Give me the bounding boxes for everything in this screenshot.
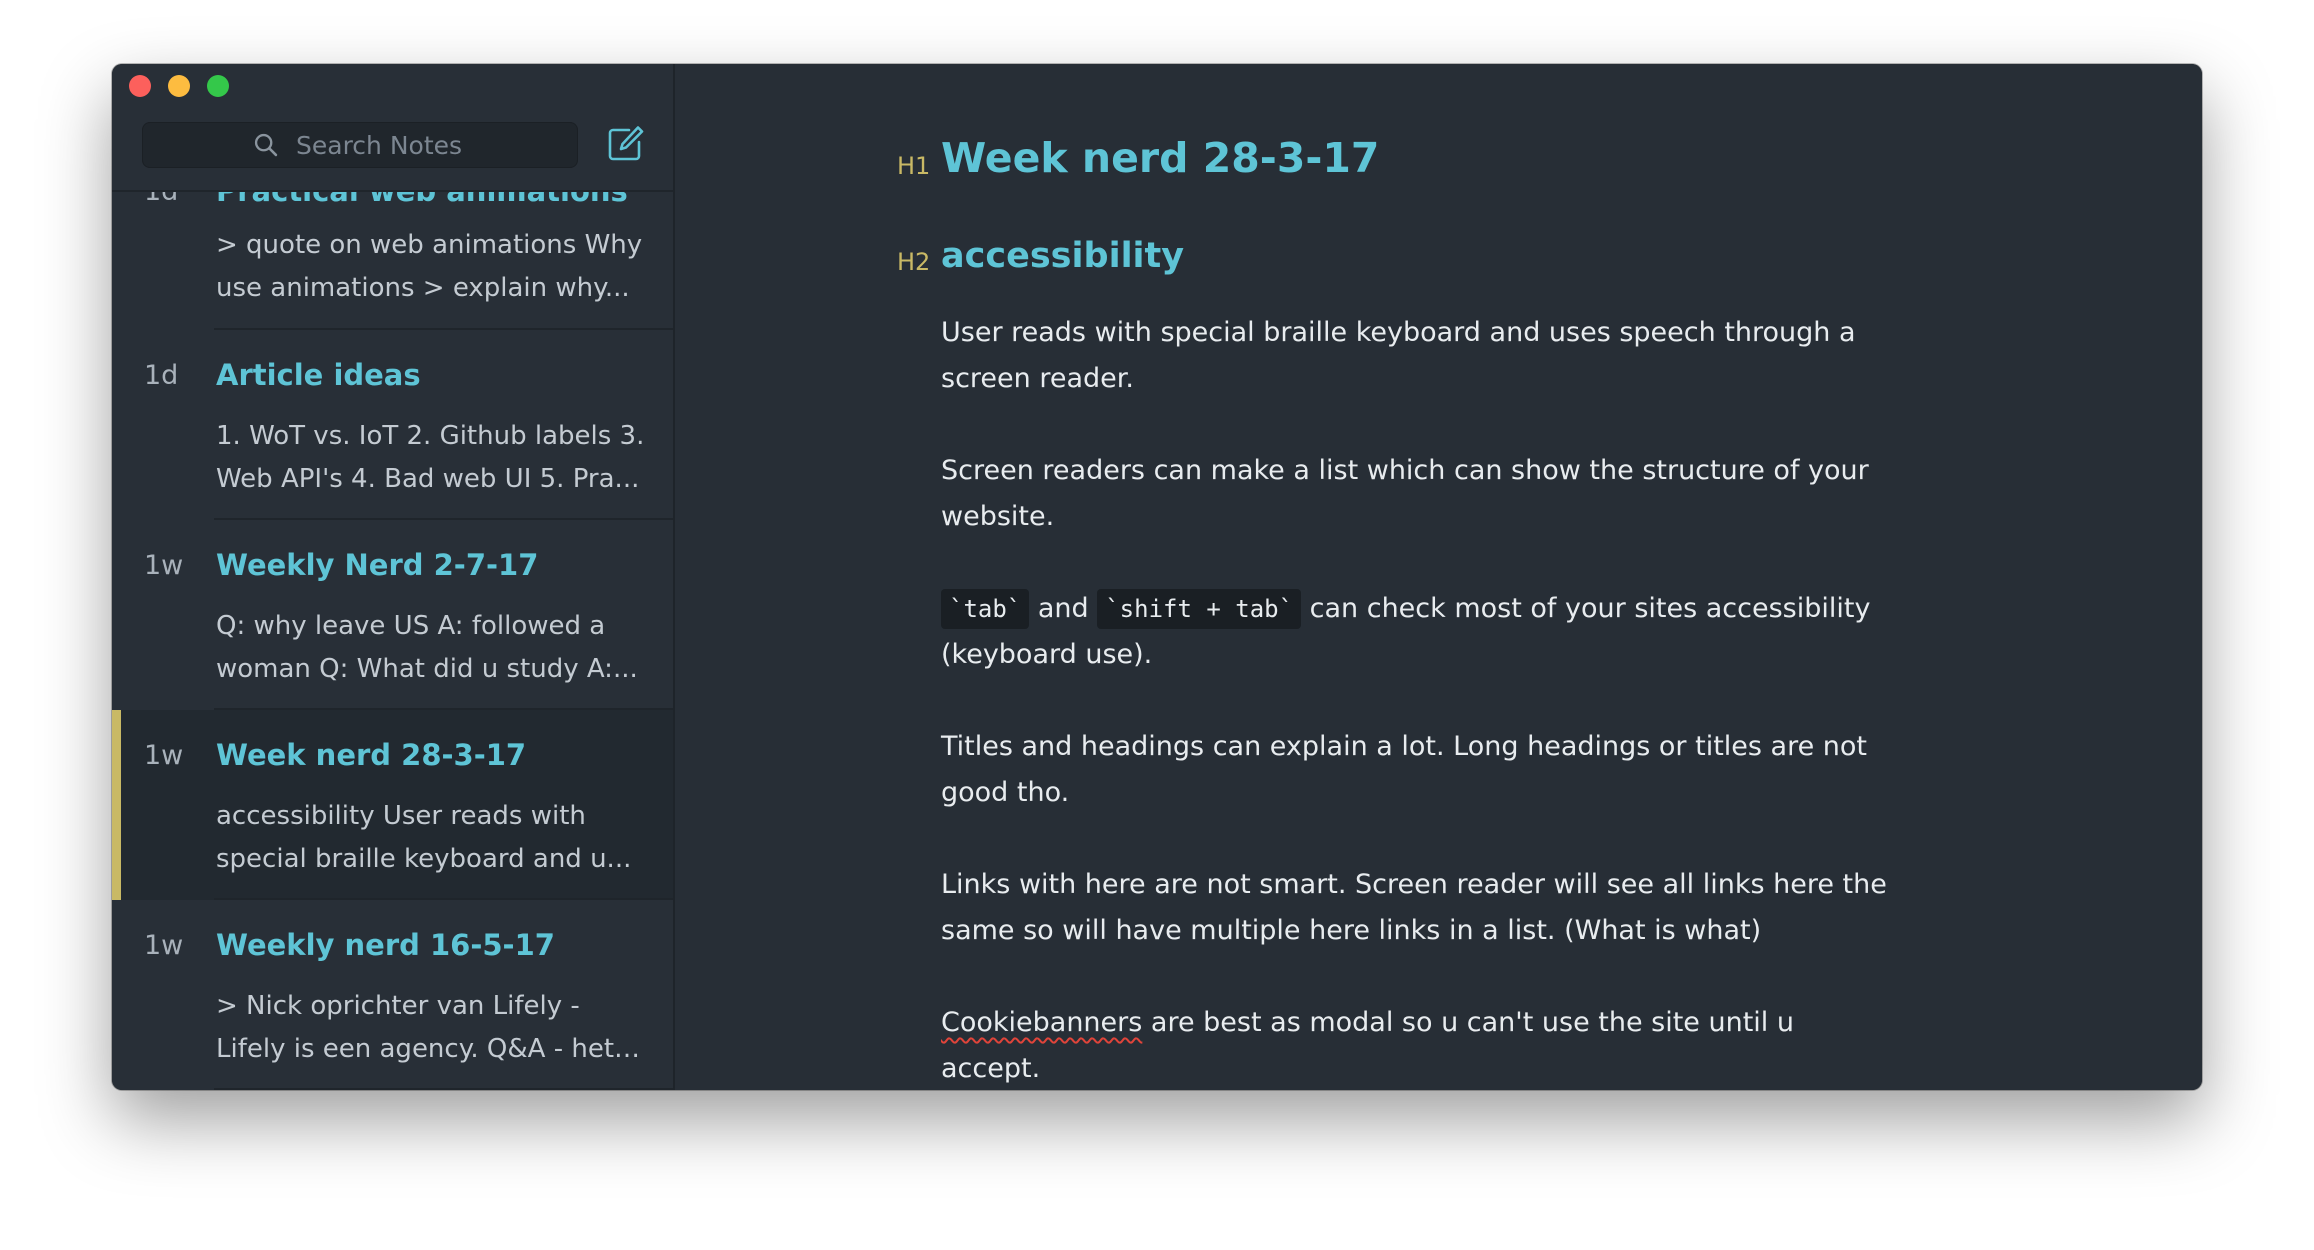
note-preview: accessibility User reads with special br… (216, 801, 632, 874)
note-age: 1w (144, 550, 184, 581)
inline-code: `tab` (941, 589, 1030, 629)
misspelled-word[interactable]: Cookiebanners (941, 1007, 1142, 1038)
sidebar: 1d Practical web animations > quote on w… (112, 64, 675, 1090)
note-editor[interactable]: H1 Week nerd 28-3-17 H2 accessibility Us… (675, 64, 2202, 1090)
search-bar[interactable] (142, 122, 578, 168)
h2-marker: H2 (897, 248, 931, 276)
inline-code: `shift + tab` (1097, 589, 1302, 629)
note-preview: 1. WoT vs. IoT 2. Github labels 3. Web A… (216, 421, 645, 494)
notes-list: 1d Practical web animations > quote on w… (112, 190, 673, 1090)
note-title: Article ideas (216, 358, 421, 392)
list-item[interactable]: 1d Practical web animations > quote on w… (112, 192, 673, 330)
note-preview: Q: why leave US A: followed a woman Q: W… (216, 611, 638, 684)
note-age: 1w (144, 740, 184, 771)
app-window: 1d Practical web animations > quote on w… (112, 64, 2202, 1090)
note-age: 1d (144, 190, 179, 207)
note-title: Week nerd 28-3-17 (216, 738, 527, 772)
note-title-text: Week nerd 28-3-17 (941, 134, 1380, 182)
list-item[interactable]: 1d Article ideas 1. WoT vs. IoT 2. Githu… (112, 330, 673, 520)
maximize-window-button[interactable] (207, 75, 229, 97)
note-title: Weekly nerd 16-5-17 (216, 928, 555, 962)
paragraph: User reads with special braille keyboard… (941, 317, 1856, 394)
note-title: Weekly Nerd 2-7-17 (216, 548, 539, 582)
note-heading-1: H1 Week nerd 28-3-17 (897, 134, 1379, 182)
list-item[interactable]: 1w Weekly nerd 16-5-17 > Nick oprichter … (112, 900, 673, 1090)
section-title-text: accessibility (941, 236, 1185, 276)
paragraph: Screen readers can make a list which can… (941, 455, 1869, 532)
search-icon (254, 133, 278, 157)
minimize-window-button[interactable] (168, 75, 190, 97)
note-preview: > quote on web animations Why use animat… (216, 230, 643, 303)
paragraph: Links with here are not smart. Screen re… (941, 869, 1887, 946)
note-heading-2: H2 accessibility (897, 236, 1184, 276)
list-item-selected[interactable]: 1w Week nerd 28-3-17 accessibility User … (112, 710, 673, 900)
note-age: 1d (144, 360, 179, 391)
paragraph: `tab` and `shift + tab` can check most o… (941, 586, 1901, 678)
compose-icon (608, 126, 644, 161)
note-preview: > Nick oprichter van Lifely - Lifely is … (216, 991, 615, 1064)
paragraph-text: and (1029, 593, 1098, 624)
close-window-button[interactable] (129, 75, 151, 97)
note-title: Practical web animations (216, 190, 628, 208)
new-note-button[interactable] (601, 120, 649, 168)
paragraph: Cookiebanners are best as modal so u can… (941, 1000, 1901, 1090)
search-input[interactable] (294, 129, 468, 161)
h1-marker: H1 (897, 152, 931, 180)
list-item[interactable]: 1w Weekly Nerd 2-7-17 Q: why leave US A:… (112, 520, 673, 710)
paragraph: Titles and headings can explain a lot. L… (941, 731, 1868, 808)
window-controls (129, 75, 229, 97)
note-age: 1w (144, 930, 184, 961)
